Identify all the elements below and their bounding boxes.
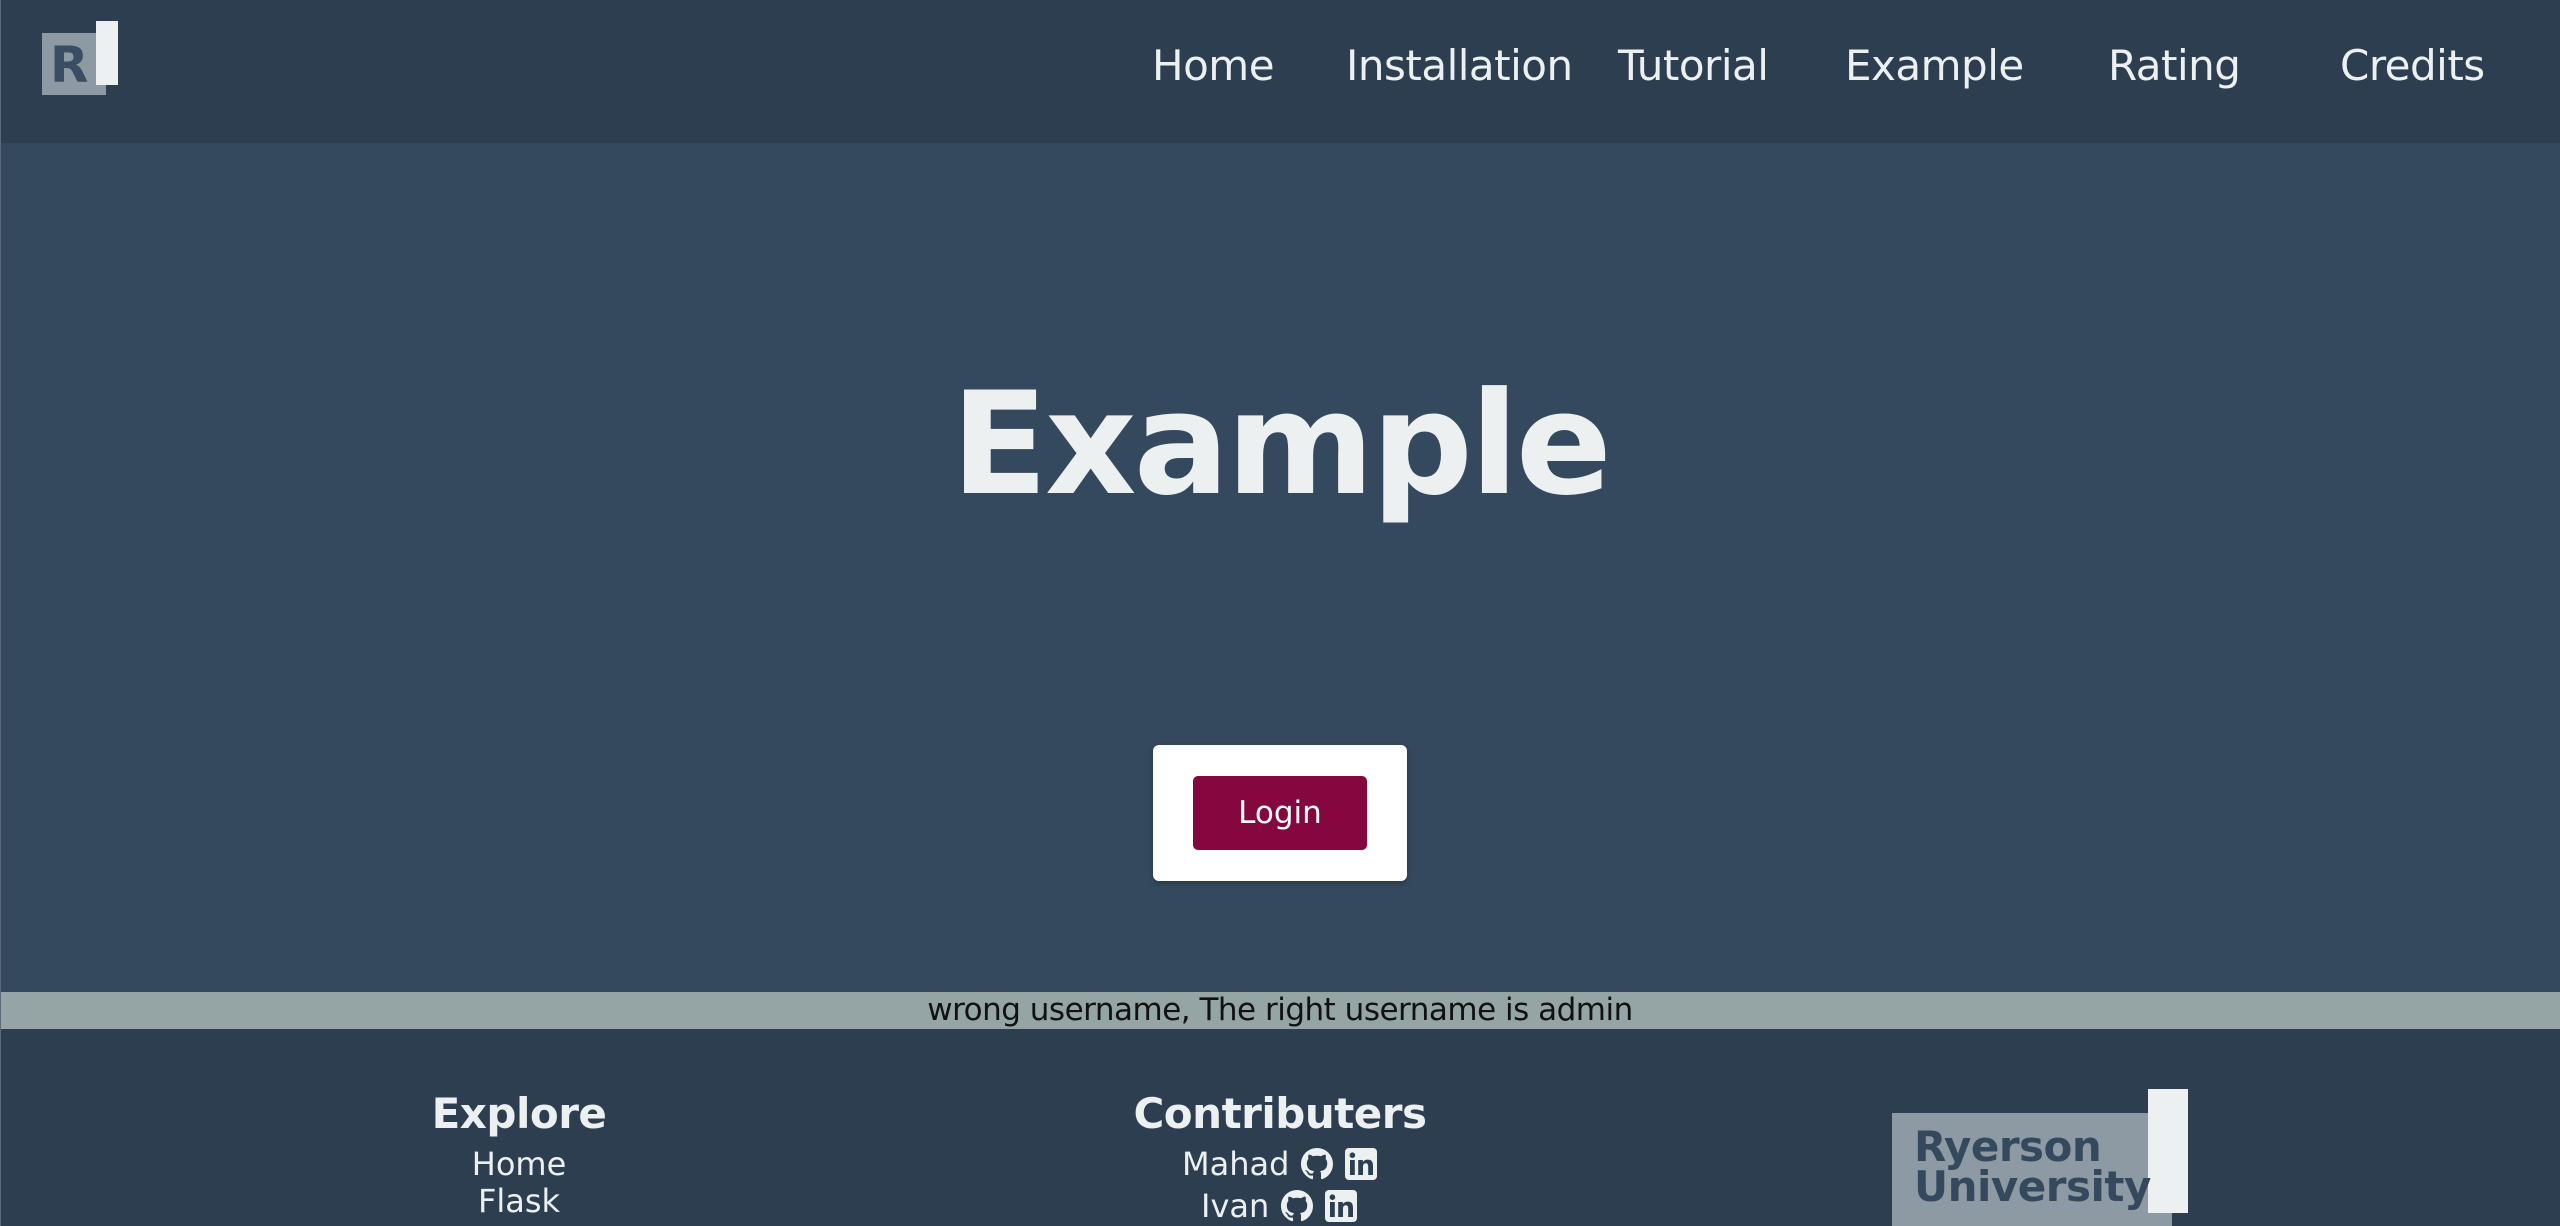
github-icon[interactable] bbox=[1281, 1190, 1314, 1222]
nav-tutorial[interactable]: Tutorial bbox=[1618, 38, 1769, 94]
uni-logo-stripe bbox=[2148, 1089, 2188, 1213]
flash-message: wrong username, The right username is ad… bbox=[0, 992, 2560, 1029]
nav-example[interactable]: Example bbox=[1845, 38, 2024, 94]
site-header: R Home Installation Tutorial Example Rat… bbox=[0, 0, 2560, 143]
nav-rating[interactable]: Rating bbox=[2108, 38, 2241, 94]
nav-installation[interactable]: Installation bbox=[1346, 38, 1573, 94]
nav-home[interactable]: Home bbox=[1152, 38, 1275, 94]
contributor-name: Ivan bbox=[1201, 1187, 1270, 1225]
footer-contributors-heading: Contributers bbox=[1133, 1089, 1427, 1138]
footer-link-flask[interactable]: Flask bbox=[419, 1182, 619, 1220]
linkedin-icon[interactable] bbox=[1345, 1148, 1378, 1180]
linkedin-icon[interactable] bbox=[1325, 1190, 1358, 1222]
footer-link-home[interactable]: Home bbox=[419, 1145, 619, 1183]
ryerson-university-logo[interactable]: Ryerson University bbox=[1892, 1089, 2192, 1226]
main-nav: Home Installation Tutorial Example Ratin… bbox=[0, 0, 2560, 143]
nav-credits[interactable]: Credits bbox=[2340, 38, 2485, 94]
footer-explore-heading: Explore bbox=[431, 1089, 607, 1138]
github-icon[interactable] bbox=[1301, 1148, 1334, 1180]
contributor-row: Ivan bbox=[1201, 1186, 1358, 1226]
uni-logo-text: Ryerson University bbox=[1914, 1122, 2151, 1211]
page-title: Example bbox=[950, 362, 1612, 527]
site-footer: Explore Home Flask Contributers Mahad Iv… bbox=[0, 1029, 2560, 1226]
uni-logo-line1: Ryerson bbox=[1914, 1122, 2102, 1171]
contributor-row: Mahad bbox=[1182, 1144, 1378, 1184]
contributor-name: Mahad bbox=[1182, 1145, 1290, 1183]
uni-logo-line2: University bbox=[1914, 1162, 2151, 1211]
login-button[interactable]: Login bbox=[1193, 776, 1367, 850]
login-form-card: Login bbox=[1153, 745, 1407, 881]
